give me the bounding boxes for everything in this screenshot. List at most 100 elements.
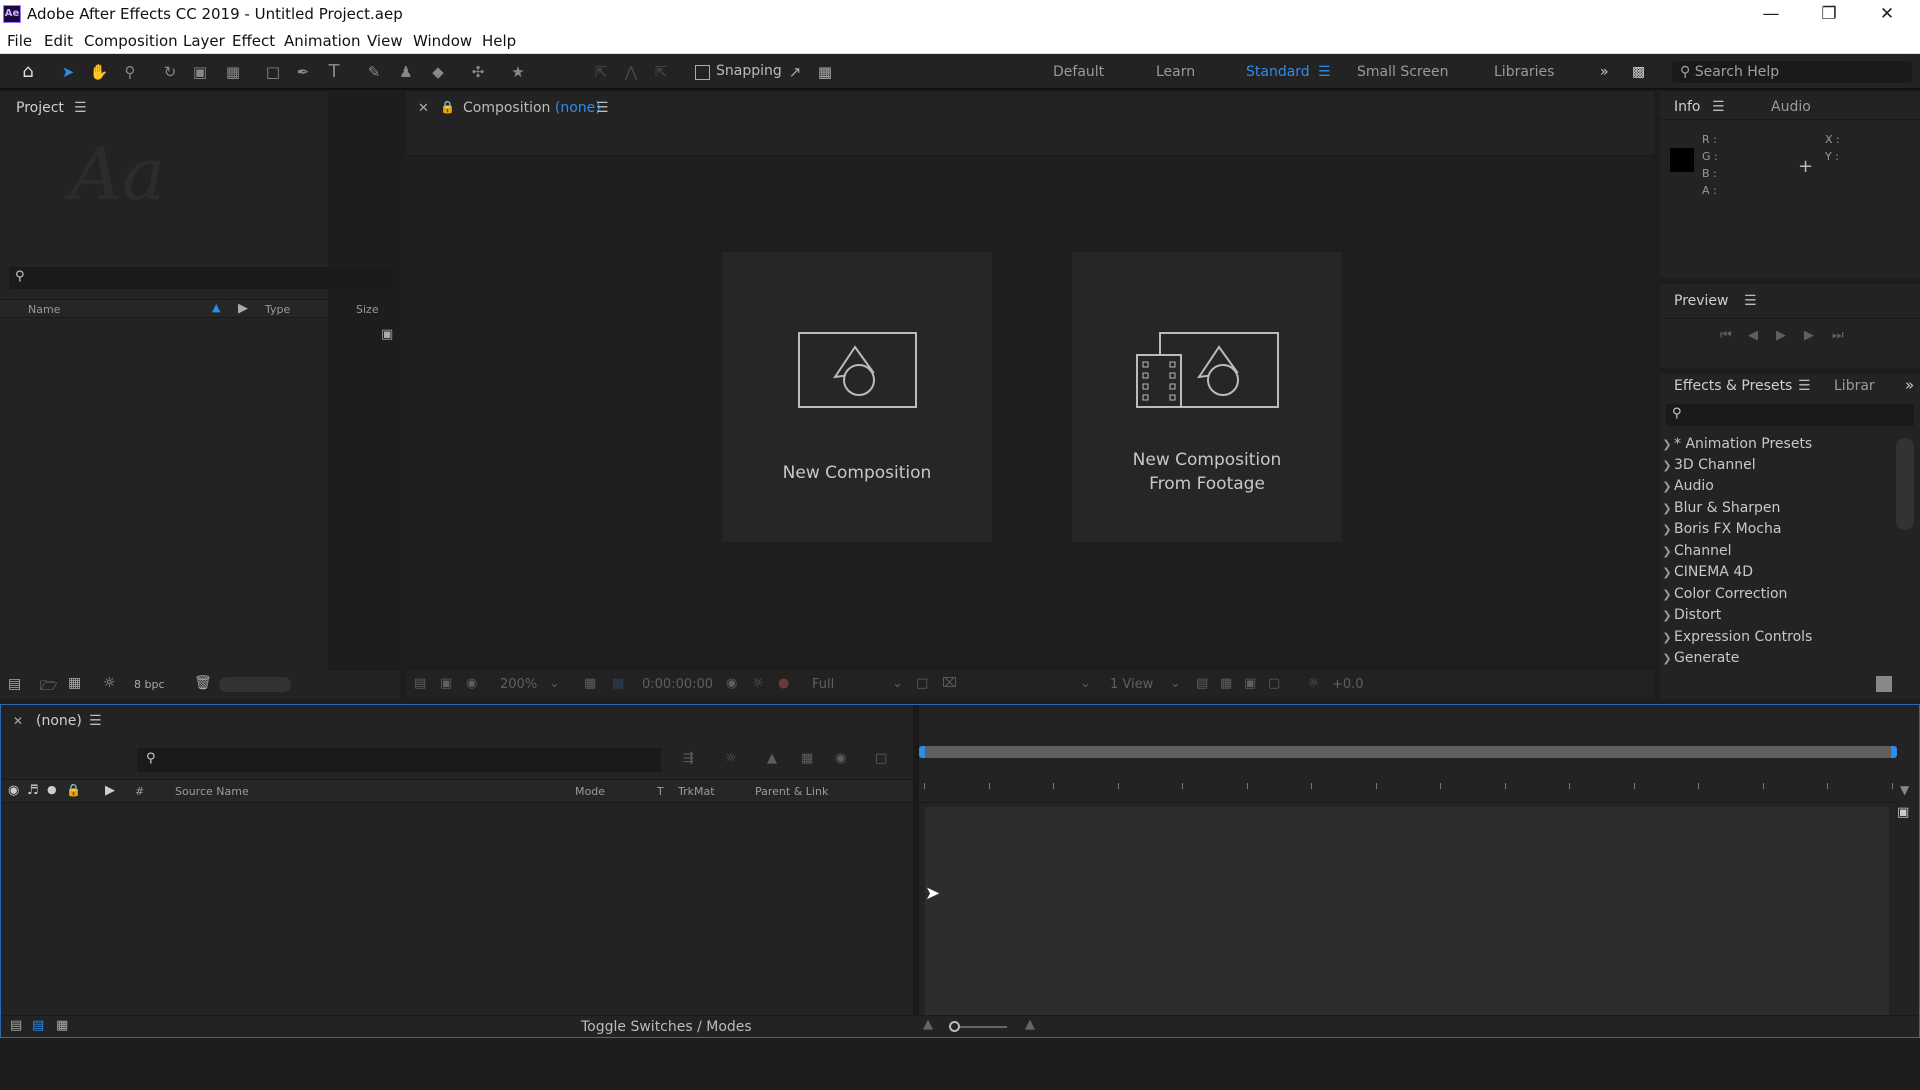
solo-icon[interactable]: ●	[47, 783, 57, 796]
new-composition-icon[interactable]: ▦	[68, 675, 81, 691]
workspace-libraries[interactable]: Libraries	[1494, 64, 1554, 80]
last-frame-icon[interactable]: ⏭	[1832, 328, 1844, 343]
menu-composition[interactable]: Composition	[84, 32, 178, 50]
reset-exposure-icon[interactable]: ☼	[1308, 676, 1320, 691]
view-layout-chevron-icon[interactable]: ⌄	[1170, 676, 1181, 691]
next-frame-icon[interactable]: ▶	[1804, 328, 1814, 343]
timeline-search-input[interactable]	[137, 748, 661, 772]
previous-frame-icon[interactable]: ◀	[1748, 328, 1758, 343]
column-size[interactable]: Size	[356, 303, 379, 316]
draft-3d-icon[interactable]: ☼	[725, 751, 737, 766]
resolution-chevron-icon[interactable]: ⌄	[892, 676, 903, 691]
close-window-icon[interactable]: ✕	[1858, 0, 1916, 29]
snapping-checkbox[interactable]	[695, 65, 710, 80]
menu-window[interactable]: Window	[413, 32, 472, 50]
channel-color-icon[interactable]: ●	[778, 676, 789, 691]
column-type[interactable]: Type	[265, 303, 290, 316]
column-source-name[interactable]: Source Name	[175, 785, 249, 798]
magnification-select[interactable]: 200%	[500, 677, 537, 692]
more-workspaces-icon[interactable]: »	[1600, 64, 1609, 80]
rotate-tool-icon[interactable]: ↻	[159, 61, 181, 83]
effects-item[interactable]: ❯ Boris FX Mocha	[1660, 519, 1781, 540]
time-ruler[interactable]	[919, 783, 1897, 803]
workspace-shrink-icon[interactable]: ▩	[1632, 64, 1645, 80]
new-composition-card[interactable]: New Composition	[722, 252, 992, 542]
effects-item[interactable]: ❯ Channel	[1660, 541, 1731, 562]
menu-animation[interactable]: Animation	[284, 32, 360, 50]
new-preset-icon[interactable]	[1876, 676, 1892, 692]
menu-file[interactable]: File	[7, 32, 32, 50]
timeline-menu-icon[interactable]: ☰	[89, 713, 102, 729]
lock-layer-icon[interactable]: 🔒	[66, 783, 81, 797]
flowchart-icon[interactable]: ▣	[381, 327, 393, 342]
column-mode[interactable]: Mode	[575, 785, 605, 798]
workspace-menu-icon[interactable]: ☰	[1318, 64, 1331, 80]
interpret-footage-icon[interactable]: ▤	[8, 676, 21, 692]
delete-icon[interactable]: 🗑	[194, 675, 212, 691]
magnification-chevron-icon[interactable]: ⌄	[549, 676, 560, 691]
workspace-standard[interactable]: Standard	[1246, 64, 1310, 80]
grid-icon[interactable]: ▦	[584, 676, 596, 691]
close-composition-tab-icon[interactable]: ✕	[418, 101, 429, 116]
workspace-learn[interactable]: Learn	[1156, 64, 1195, 80]
layer-switches-icon[interactable]: ▤	[10, 1018, 22, 1033]
effects-item[interactable]: ❯ 3D Channel	[1660, 455, 1755, 476]
transfer-controls-icon[interactable]: ▤	[32, 1018, 44, 1033]
effects-item[interactable]: ❯ * Animation Presets	[1660, 434, 1812, 455]
frame-blending-icon[interactable]: ▦	[801, 751, 813, 766]
search-help-input[interactable]: ⚲ Search Help	[1672, 61, 1912, 83]
timeline-track-area[interactable]	[925, 807, 1889, 1015]
composition-mini-flowchart-icon[interactable]: ⇶	[683, 751, 694, 766]
mask-visibility-icon[interactable]: ◉	[466, 676, 477, 691]
effects-item[interactable]: ❯ Audio	[1660, 476, 1713, 497]
rectangle-tool-icon[interactable]: □	[262, 61, 284, 83]
composition-menu-icon[interactable]: ☰	[596, 100, 609, 116]
menu-effect[interactable]: Effect	[232, 32, 275, 50]
new-folder-icon[interactable]: 🗁	[40, 675, 57, 699]
zoom-out-icon[interactable]: ▲	[923, 1017, 933, 1032]
thumbnail-size-slider[interactable]	[219, 677, 291, 692]
label-icon[interactable]: ▶	[105, 783, 115, 798]
effects-search-input[interactable]	[1666, 404, 1914, 426]
video-visibility-icon[interactable]: ◉	[8, 783, 19, 798]
region-of-interest-icon[interactable]: □	[916, 676, 928, 691]
view-axis-icon[interactable]: ⇱	[650, 61, 672, 83]
workspace-small-screen[interactable]: Small Screen	[1357, 64, 1448, 80]
pan-behind-tool-icon[interactable]: ▦	[222, 61, 244, 83]
transparency-grid-icon[interactable]: ▩	[612, 676, 624, 691]
zoom-tool-icon[interactable]: ⚲	[119, 61, 141, 83]
hand-tool-icon[interactable]: ✋	[88, 61, 110, 83]
column-t[interactable]: T	[657, 785, 664, 798]
puppet-tool-icon[interactable]: ★	[507, 61, 529, 83]
timeline-tab-title[interactable]: (none)	[36, 713, 82, 729]
eraser-tool-icon[interactable]: ◆	[427, 61, 449, 83]
tab-audio[interactable]: Audio	[1771, 99, 1811, 115]
toggle-pixel-aspect-icon[interactable]: ▤	[1196, 676, 1208, 691]
column-name[interactable]: Name	[28, 303, 60, 316]
home-icon[interactable]: ⌂	[17, 61, 39, 83]
show-snapshot-icon[interactable]: ☼	[752, 676, 764, 691]
flowchart-view-icon[interactable]: ▢	[1268, 676, 1280, 691]
camera-view-chevron-icon[interactable]: ⌄	[1080, 676, 1091, 691]
type-tool-icon[interactable]: T	[323, 61, 345, 83]
lock-icon[interactable]: 🔒	[440, 100, 455, 114]
snapshot-camera-icon[interactable]: ◉	[726, 676, 737, 691]
effects-presets-title[interactable]: Effects & Presets	[1674, 378, 1792, 394]
effects-scrollbar[interactable]	[1896, 438, 1914, 530]
column-trkmat[interactable]: TrkMat	[678, 785, 715, 798]
close-timeline-tab-icon[interactable]: ✕	[13, 714, 23, 728]
brush-tool-icon[interactable]: ✎	[363, 61, 385, 83]
column-number[interactable]: #	[135, 785, 144, 798]
column-parent-link[interactable]: Parent & Link	[755, 785, 828, 798]
pen-tool-icon[interactable]: ✒	[292, 61, 314, 83]
motion-blur-icon[interactable]: ◉	[835, 751, 846, 766]
restore-icon[interactable]: ❐	[1800, 0, 1858, 29]
info-menu-icon[interactable]: ☰	[1712, 99, 1725, 115]
resolution-select[interactable]: Full	[812, 677, 834, 692]
current-time-display[interactable]: 0:00:00:00	[642, 677, 713, 692]
new-composition-from-footage-card[interactable]: New Composition From Footage	[1072, 252, 1342, 542]
toggle-transparency-icon[interactable]: ⌧	[942, 676, 957, 691]
toggle-switches-modes-button[interactable]: Toggle Switches / Modes	[581, 1019, 752, 1035]
effects-item[interactable]: ❯ Distort	[1660, 605, 1721, 626]
tab-info[interactable]: Info	[1674, 99, 1701, 115]
